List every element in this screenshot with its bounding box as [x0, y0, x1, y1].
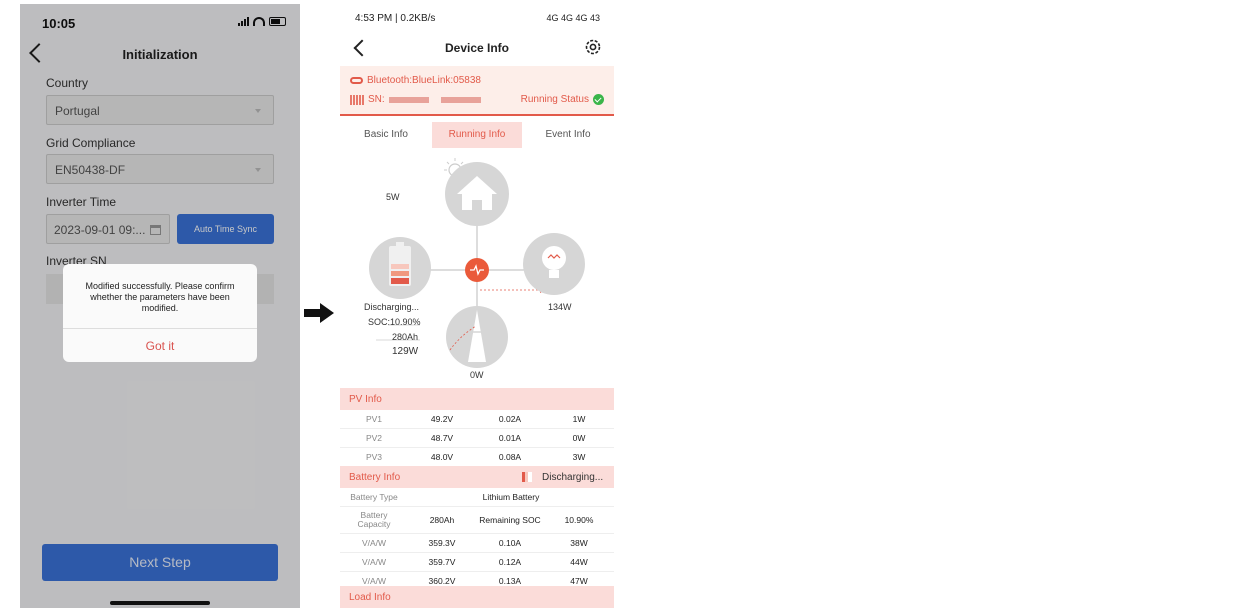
status-bar: 4:53 PM | 0.2KB/s 4G 4G 4G 43 — [340, 4, 614, 32]
running-status: Running Status — [521, 94, 604, 105]
dialog-message: Modified successfully. Please confirm wh… — [85, 281, 235, 313]
battery-info-state: Discharging... — [542, 472, 604, 483]
table-cell: 359.3V — [428, 538, 456, 548]
page-title: Device Info — [444, 41, 510, 55]
table-cell: Battery Type — [350, 492, 398, 502]
energy-flow-diagram: 5W 134W Discharging... SOC:10.90% 280Ah … — [340, 154, 614, 388]
table-cell: 10.90% — [564, 515, 594, 525]
battery-info-title: Battery Info — [349, 472, 401, 483]
battery-level-icon — [522, 472, 532, 482]
battery-info-header: Battery Info Discharging... — [340, 466, 614, 488]
tab-bar: Basic Info Running Info Event Info — [340, 118, 614, 152]
table-cell: PV2 — [365, 433, 383, 443]
grid-tower-icon — [446, 306, 508, 368]
table-row: Battery Type Lithium Battery — [340, 488, 614, 507]
table-cell: 0W — [572, 433, 586, 443]
table-cell: 1W — [572, 414, 586, 424]
gear-icon[interactable] — [583, 37, 603, 57]
inverter-icon — [465, 258, 489, 282]
battery-info-table: Battery Type Lithium Battery Battery Cap… — [340, 488, 614, 591]
table-cell: 280Ah — [429, 515, 455, 525]
check-circle-icon — [593, 94, 604, 105]
redacted-serial — [388, 96, 429, 103]
home-indicator — [110, 601, 210, 605]
table-cell: 48.7V — [430, 433, 454, 443]
table-cell: 49.2V — [430, 414, 454, 424]
status-right: 4G 4G 4G 43 — [546, 13, 600, 23]
redacted-serial — [440, 96, 481, 103]
grid-power-value: 0W — [470, 370, 484, 380]
pv-info-title: PV Info — [349, 394, 382, 405]
tab-event-info[interactable]: Event Info — [530, 122, 606, 148]
table-cell: Lithium Battery — [482, 492, 540, 502]
connection-banner: Bluetooth:BlueLink:05838 SN: Running Sta… — [340, 66, 614, 116]
pv-info-table: PV1 49.2V 0.02A 1W PV2 48.7V 0.01A 0W PV… — [340, 410, 614, 467]
pv-power-value: 5W — [386, 192, 400, 202]
table-row: Battery Capacity 280Ah Remaining SOC 10.… — [340, 507, 614, 534]
battery-soc-value: SOC:10.90% — [368, 317, 421, 327]
table-cell: 48.0V — [430, 452, 454, 462]
table-cell: V/A/W — [361, 538, 387, 548]
load-info-title: Load Info — [349, 592, 391, 603]
table-cell: V/A/W — [361, 557, 387, 567]
bluetooth-label: Bluetooth:BlueLink:05838 — [367, 75, 481, 86]
tab-running-info[interactable]: Running Info — [432, 122, 522, 148]
bulb-icon — [523, 233, 585, 295]
house-icon — [445, 162, 509, 226]
confirm-dialog: Modified successfully. Please confirm wh… — [63, 264, 257, 362]
table-row: PV2 48.7V 0.01A 0W — [340, 429, 614, 448]
arrow-right-icon — [304, 303, 334, 323]
table-cell: 0.01A — [498, 433, 522, 443]
table-cell: 0.08A — [498, 452, 522, 462]
comparison-stage: 10:05 Initialization Country Portugal Gr… — [0, 0, 1258, 608]
battery-power-value: 129W — [392, 346, 419, 357]
table-row: PV1 49.2V 0.02A 1W — [340, 410, 614, 429]
table-cell: Remaining SOC — [479, 515, 541, 525]
table-row: V/A/W 359.7V 0.12A 44W — [340, 553, 614, 572]
load-power-value: 134W — [548, 302, 572, 312]
status-left: 4:53 PM | 0.2KB/s — [355, 13, 436, 24]
running-status-label: Running Status — [520, 94, 589, 105]
table-row: PV3 48.0V 0.08A 3W — [340, 448, 614, 467]
tab-basic-info[interactable]: Basic Info — [348, 122, 424, 148]
barcode-icon — [350, 94, 364, 105]
initialization-screen: 10:05 Initialization Country Portugal Gr… — [20, 4, 300, 608]
serial-row: SN: — [350, 94, 481, 105]
table-row: V/A/W 359.3V 0.10A 38W — [340, 534, 614, 553]
flow-graphic — [369, 158, 585, 368]
table-cell: 0.12A — [498, 557, 522, 567]
bluetooth-row: Bluetooth:BlueLink:05838 — [350, 75, 481, 86]
table-cell: 44W — [570, 557, 588, 567]
battery-state-value: Discharging... — [364, 302, 420, 312]
load-info-header: Load Info — [340, 586, 614, 608]
table-cell: 0.10A — [498, 538, 522, 548]
device-info-screen: 4:53 PM | 0.2KB/s 4G 4G 4G 43 Device Inf… — [340, 4, 614, 608]
table-cell: 0.02A — [498, 414, 522, 424]
battery-capacity-value: 280Ah — [392, 332, 419, 342]
table-cell: 359.7V — [428, 557, 456, 567]
link-icon — [350, 77, 363, 84]
table-cell: 38W — [570, 538, 588, 548]
got-it-button[interactable]: Got it — [63, 339, 257, 353]
table-cell: 3W — [572, 452, 586, 462]
serial-label: SN: — [368, 94, 385, 105]
dialog-divider — [63, 328, 257, 329]
battery-node-icon — [369, 237, 431, 299]
table-cell: Battery Capacity — [357, 510, 391, 529]
nav-bar: Device Info — [340, 32, 614, 66]
pv-info-header: PV Info — [340, 388, 614, 410]
table-cell: PV3 — [365, 452, 383, 462]
table-cell: PV1 — [365, 414, 383, 424]
